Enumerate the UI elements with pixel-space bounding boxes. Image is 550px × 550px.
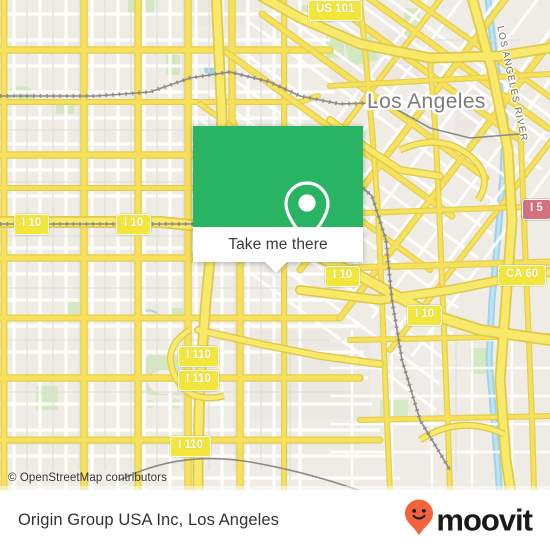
highway-shield: I 10 <box>325 266 361 287</box>
highway-shield: US 101 <box>308 0 363 21</box>
moovit-pin-logo-icon <box>404 499 434 542</box>
moovit-wordmark: moovit <box>436 502 533 538</box>
highway-shield: CA 60 <box>498 265 547 286</box>
moovit-map-screenshot: Los Angeles LOS ANGELES RIVER US 101 I 10… <box>0 0 550 550</box>
highway-shield: I 110 <box>170 436 211 457</box>
highway-shield: I 10 <box>14 214 50 235</box>
highway-shield: I 5 <box>522 199 550 220</box>
highway-shield: I 10 <box>116 214 152 235</box>
moovit-brand-logo[interactable]: moovit <box>404 499 533 542</box>
osm-attribution[interactable]: © OpenStreetMap contributors <box>8 472 167 484</box>
place-title: Origin Group USA Inc, Los Angeles <box>18 510 280 529</box>
callout-pointer-tail <box>265 262 287 273</box>
city-label: Los Angeles <box>367 90 486 113</box>
destination-callout-card[interactable]: Take me there <box>193 126 363 273</box>
highway-shield: I 110 <box>178 370 219 391</box>
callout-card-footer[interactable]: Take me there <box>193 227 363 273</box>
take-me-there-label: Take me there <box>228 235 328 253</box>
footer-bar: Origin Group USA Inc, Los Angeles moovit <box>0 490 550 550</box>
callout-card-header <box>193 126 363 245</box>
highway-shield: I 110 <box>178 346 219 367</box>
highway-shield: I 10 <box>407 305 443 326</box>
map-canvas[interactable]: Los Angeles LOS ANGELES RIVER US 101 I 10… <box>0 0 550 490</box>
